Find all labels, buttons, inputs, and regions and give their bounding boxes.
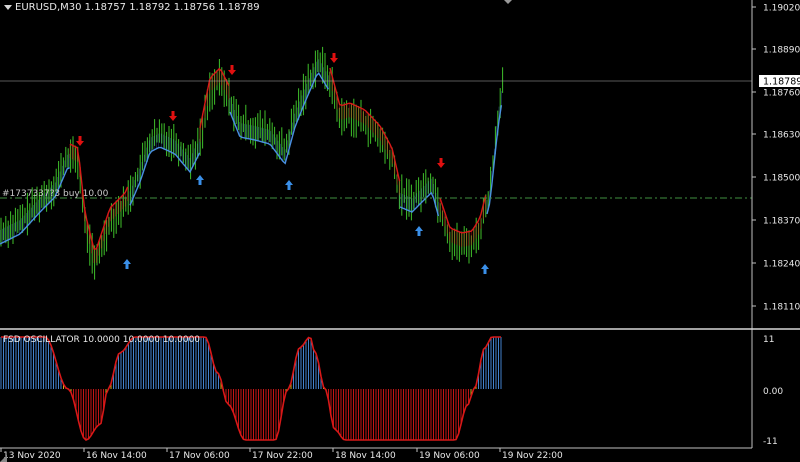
chart-terminal[interactable]: #1737337?3 buy 10.00 EURUSD,M30 1.18757 … (0, 0, 800, 462)
time-axis[interactable]: 13 Nov 2020 16 Nov 14:00 17 Nov 06:00 17 No… (0, 447, 752, 462)
time-tick-labels: 13 Nov 2020 16 Nov 14:00 17 Nov 06:00 17 No… (0, 448, 563, 461)
time-tick-label: 19 Nov 22:00 (502, 451, 563, 461)
price-scale[interactable]: 1.19020 1.18890 1.18760 1.18630 1.18500 1.183… (751, 0, 800, 448)
time-tick-label: 17 Nov 22:00 (252, 451, 313, 461)
price-tick-label: 1.18240 (763, 260, 800, 270)
price-tick-label: 1.18760 (763, 89, 800, 99)
osc-scale-top: 11 (763, 335, 774, 345)
osc-scale-bottom: -11 (763, 437, 778, 447)
oscillator-window[interactable]: FSD OSCILLATOR 10.0000 10.0000 10.0000 1… (0, 335, 783, 447)
time-tick-label: 19 Nov 06:00 (419, 451, 480, 461)
price-window[interactable]: #1737337?3 buy 10.00 EURUSD,M30 1.18757 … (0, 0, 752, 327)
price-tick-label: 1.18370 (763, 217, 800, 227)
price-tick-label: 1.18890 (763, 46, 800, 56)
osc-scale-zero: 0.00 (763, 387, 783, 397)
time-tick-label: 17 Nov 06:00 (169, 451, 230, 461)
symbol-info: EURUSD,M30 1.18757 1.18792 1.18756 1.187… (15, 2, 260, 13)
oscillator-title: FSD OSCILLATOR 10.0000 10.0000 10.0000 (3, 335, 200, 345)
price-tick-label: 1.18500 (763, 174, 800, 184)
current-price-label: 1.18789 (763, 77, 800, 88)
time-tick-label: 16 Nov 14:00 (86, 451, 147, 461)
order-line-label: #1737337?3 buy 10.00 (2, 189, 109, 199)
price-tick-label: 1.18630 (763, 131, 800, 141)
price-tick-label: 1.18110 (763, 303, 800, 313)
time-tick-label: 18 Nov 14:00 (335, 451, 396, 461)
price-tick-labels: 1.19020 1.18890 1.18760 1.18630 1.18500 1.183… (752, 4, 800, 313)
price-tick-label: 1.19020 (763, 4, 800, 14)
time-tick-label: 13 Nov 2020 (3, 451, 61, 461)
oscillator-histogram (0, 337, 502, 440)
price-window-bg (0, 0, 752, 327)
